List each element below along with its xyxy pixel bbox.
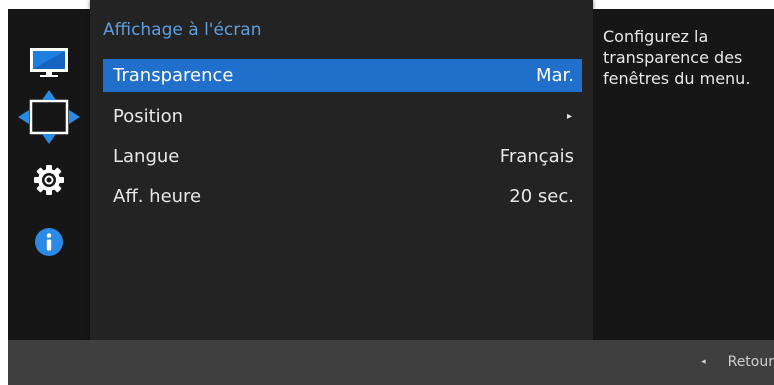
menu-item-transparence[interactable]: Transparence Mar. (103, 59, 582, 92)
menu-title: Affichage à l'écran (103, 20, 262, 40)
menu-item-langue[interactable]: Langue Français (103, 140, 582, 173)
menu-panel: Affichage à l'écran Transparence Mar. Po… (90, 0, 593, 346)
osd-screen: Affichage à l'écran Transparence Mar. Po… (0, 0, 774, 385)
category-rail (8, 9, 90, 340)
footer-bar: ◂ Retour (8, 340, 774, 385)
back-label: Retour (727, 354, 774, 370)
monitor-icon[interactable] (8, 42, 90, 82)
menu-item-value: Mar. (535, 65, 574, 86)
description-panel: Configurez la transparence des fenêtres … (593, 9, 774, 340)
gear-icon[interactable] (8, 160, 90, 200)
back-button[interactable]: ◂ Retour (701, 354, 774, 370)
menu-item-aff-heure[interactable]: Aff. heure 20 sec. (103, 180, 582, 213)
menu-item-position[interactable]: Position ▸ (103, 100, 582, 133)
menu-item-value: 20 sec. (509, 186, 574, 207)
menu-item-label: Aff. heure (113, 186, 202, 207)
info-icon[interactable] (8, 222, 90, 262)
menu-item-value: Français (499, 146, 574, 167)
menu-item-label: Transparence (113, 65, 234, 86)
description-text: Configurez la transparence des fenêtres … (603, 27, 751, 88)
menu-item-label: Langue (113, 146, 180, 167)
move-arrows-icon[interactable] (8, 89, 90, 145)
menu-item-label: Position (113, 106, 184, 127)
submenu-arrow-icon: ▸ (566, 111, 572, 122)
back-arrow-icon: ◂ (701, 357, 706, 367)
